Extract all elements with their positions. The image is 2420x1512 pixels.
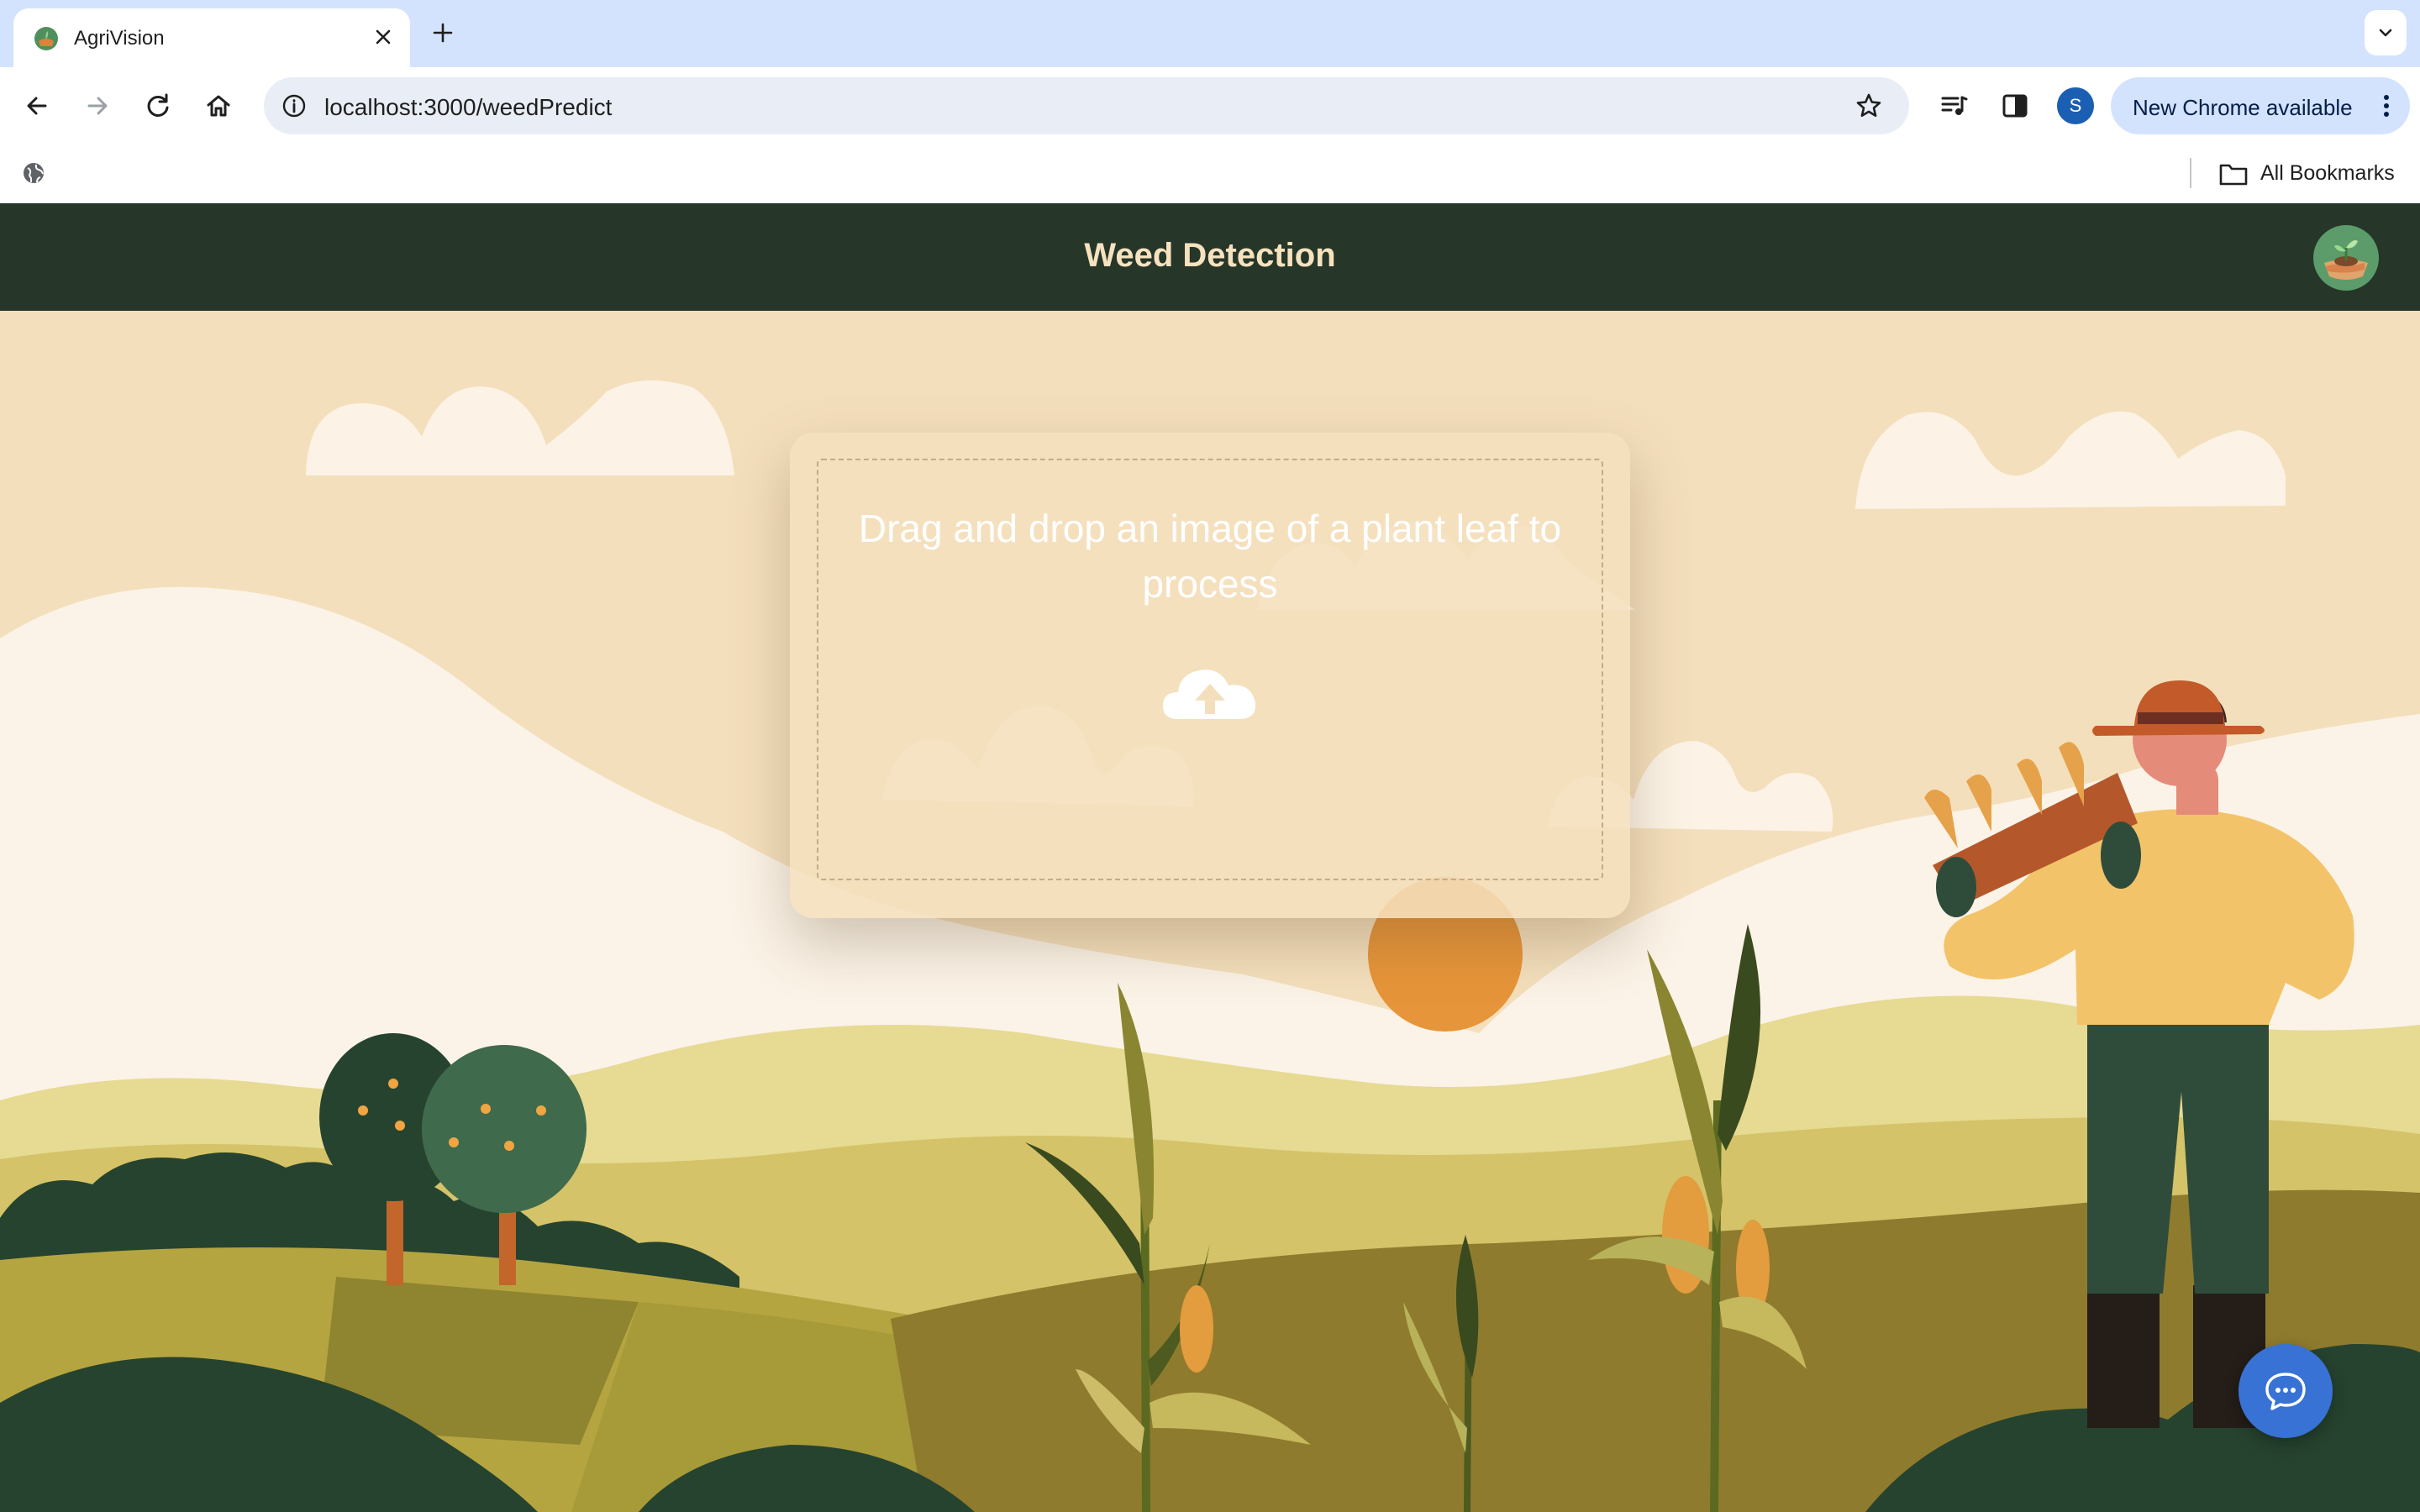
media-controls-icon[interactable] [1938, 89, 1971, 123]
address-bar[interactable]: localhost:3000/weedPredict [264, 77, 1909, 134]
site-info-icon[interactable] [281, 92, 308, 119]
bookmarks-bar: All Bookmarks [0, 144, 2420, 203]
dropzone-prompt: Drag and drop an image of a plant leaf t… [858, 507, 1562, 606]
home-icon[interactable] [202, 89, 235, 123]
forward-arrow-icon[interactable] [81, 89, 114, 123]
profile-avatar[interactable]: S [2057, 87, 2094, 124]
bookmarks-separator [2190, 158, 2191, 188]
side-panel-icon[interactable] [1998, 89, 2032, 123]
chevron-down-icon [2379, 29, 2392, 37]
agrivision-logo-icon[interactable] [2312, 224, 2380, 291]
more-options-icon[interactable] [2378, 91, 2395, 121]
upload-card: Drag and drop an image of a plant leaf t… [790, 433, 1630, 918]
chrome-update-button[interactable]: New Chrome available [2111, 77, 2410, 134]
url-text[interactable]: localhost:3000/weedPredict [324, 94, 612, 121]
bookmark-star-icon[interactable] [1854, 91, 1884, 121]
tab-search-button[interactable] [2365, 10, 2407, 55]
all-bookmarks-label[interactable]: All Bookmarks [2260, 161, 2395, 186]
folder-icon[interactable] [2218, 161, 2249, 186]
browser-tab-strip: AgriVision [0, 0, 2420, 67]
update-label: New Chrome available [2133, 95, 2353, 120]
reload-icon[interactable] [141, 89, 175, 123]
chat-button[interactable] [2238, 1344, 2333, 1438]
close-tab-icon[interactable] [370, 24, 397, 50]
cloud-upload-icon[interactable] [1160, 660, 1260, 727]
browser-tab-active[interactable]: AgriVision [13, 8, 410, 67]
app-header: Weed Detection [0, 203, 2420, 311]
new-tab-icon[interactable] [429, 18, 457, 47]
browser-toolbar: localhost:3000/weedPredict S New Chrome … [0, 67, 2420, 144]
page-title: Weed Detection [1084, 237, 1336, 274]
tab-title: AgriVision [74, 27, 165, 50]
globe-icon[interactable] [20, 160, 47, 186]
back-arrow-icon[interactable] [20, 89, 54, 123]
agrivision-logo-icon [34, 27, 58, 50]
image-dropzone[interactable]: Drag and drop an image of a plant leaf t… [817, 459, 1603, 880]
chat-bubble-icon [2265, 1373, 2306, 1410]
